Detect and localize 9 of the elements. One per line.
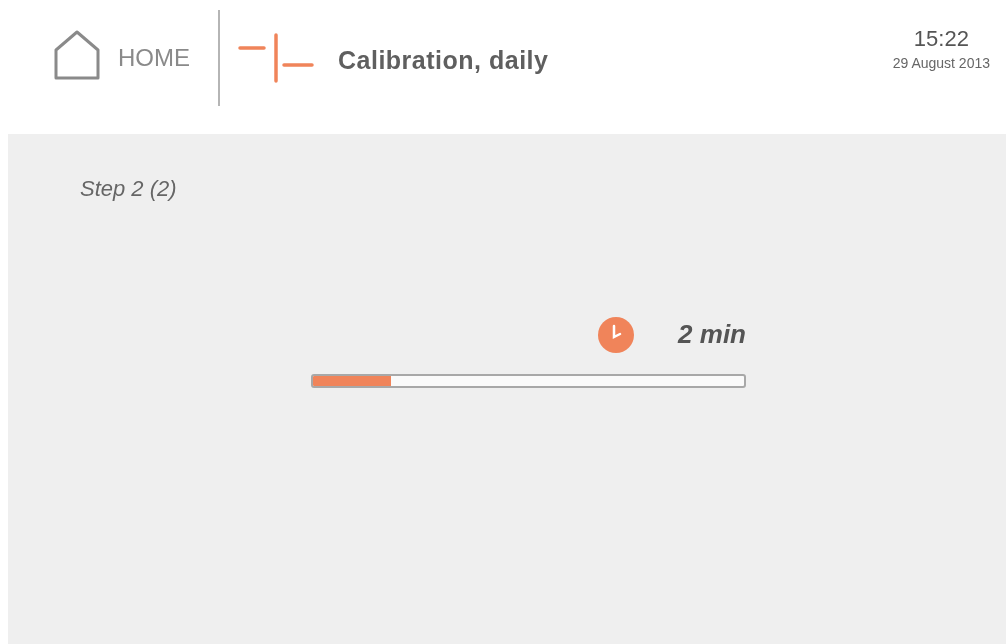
home-button[interactable]: HOME: [54, 30, 190, 80]
clock-icon: [598, 316, 635, 353]
page-title: Calibration, daily: [338, 45, 549, 76]
date-label: 29 August 2013: [892, 54, 990, 73]
clock-time: 15:22: [913, 25, 969, 53]
calibration-icon: [238, 33, 314, 83]
remaining-time: 2 min: [678, 318, 746, 351]
step-label: Step 2 (2): [80, 175, 177, 203]
home-icon: [54, 30, 100, 80]
